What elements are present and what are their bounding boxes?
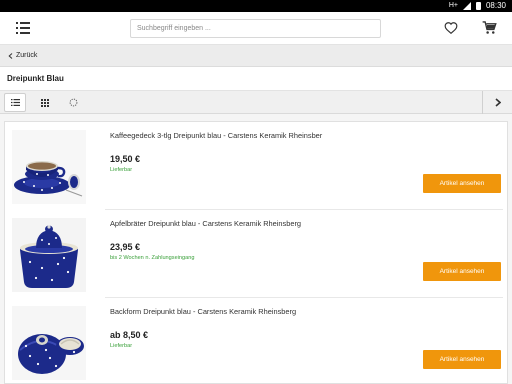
cart-icon[interactable] <box>482 20 497 35</box>
product-availability: bis 2 Wochen n. Zahlungseingang <box>110 255 195 261</box>
product-image[interactable] <box>12 218 86 292</box>
product-name[interactable]: Backform Dreipunkt blau - Carstens Keram… <box>110 307 296 316</box>
product-name[interactable]: Apfelbräter Dreipunkt blau - Carstens Ke… <box>110 219 301 228</box>
category-header: Dreipunkt Blau <box>0 67 512 91</box>
product-list: Kaffeegedeck 3-tlg Dreipunkt blau - Cars… <box>4 121 508 384</box>
chevron-left-icon <box>8 52 13 59</box>
battery-icon <box>475 1 481 10</box>
product-availability: Lieferbar <box>110 343 133 349</box>
back-label: Zurück <box>16 52 38 59</box>
product-name[interactable]: Kaffeegedeck 3-tlg Dreipunkt blau - Cars… <box>110 131 322 140</box>
back-button[interactable]: Zurück <box>8 52 37 59</box>
product-image[interactable] <box>12 306 86 380</box>
product-image[interactable] <box>12 130 86 204</box>
status-bar: H+ 08:30 <box>0 0 512 12</box>
loading-icon <box>69 98 77 107</box>
list-view-button[interactable] <box>4 93 26 112</box>
view-product-button[interactable]: Artikel ansehen <box>423 174 501 193</box>
list-view-icon <box>10 99 20 106</box>
signal-icon <box>462 1 471 10</box>
product-item[interactable]: Kaffeegedeck 3-tlg Dreipunkt blau - Cars… <box>5 122 507 210</box>
coffee-set-illustration <box>12 130 86 204</box>
product-price: 19,50 € <box>110 154 141 164</box>
view-toolbar <box>0 91 512 114</box>
refresh-button[interactable] <box>62 93 84 112</box>
grid-view-icon <box>41 98 49 107</box>
heart-icon[interactable] <box>444 21 458 35</box>
baking-mold-illustration <box>12 306 86 380</box>
product-price: ab 8,50 € <box>110 330 149 340</box>
menu-icon[interactable] <box>16 22 30 34</box>
search-input[interactable]: Suchbegriff eingeben ... <box>130 19 381 38</box>
app-bar: Suchbegriff eingeben ... <box>0 12 512 45</box>
back-bar: Zurück <box>0 45 512 67</box>
page-title: Dreipunkt Blau <box>7 74 64 83</box>
product-price: 23,95 € <box>110 242 141 252</box>
view-product-button[interactable]: Artikel ansehen <box>423 350 501 369</box>
status-icons: H+ 08:30 <box>449 1 506 10</box>
chevron-right-icon <box>494 98 501 107</box>
view-product-button[interactable]: Artikel ansehen <box>423 262 501 281</box>
network-type: H+ <box>448 2 458 9</box>
grid-view-button[interactable] <box>34 93 56 112</box>
clock: 08:30 <box>485 1 506 10</box>
product-availability: Lieferbar <box>110 167 133 173</box>
next-page-button[interactable] <box>482 91 512 114</box>
product-item[interactable]: Apfelbräter Dreipunkt blau - Carstens Ke… <box>5 210 507 298</box>
product-item[interactable]: Backform Dreipunkt blau - Carstens Keram… <box>5 298 507 383</box>
apple-baker-illustration <box>12 218 86 292</box>
